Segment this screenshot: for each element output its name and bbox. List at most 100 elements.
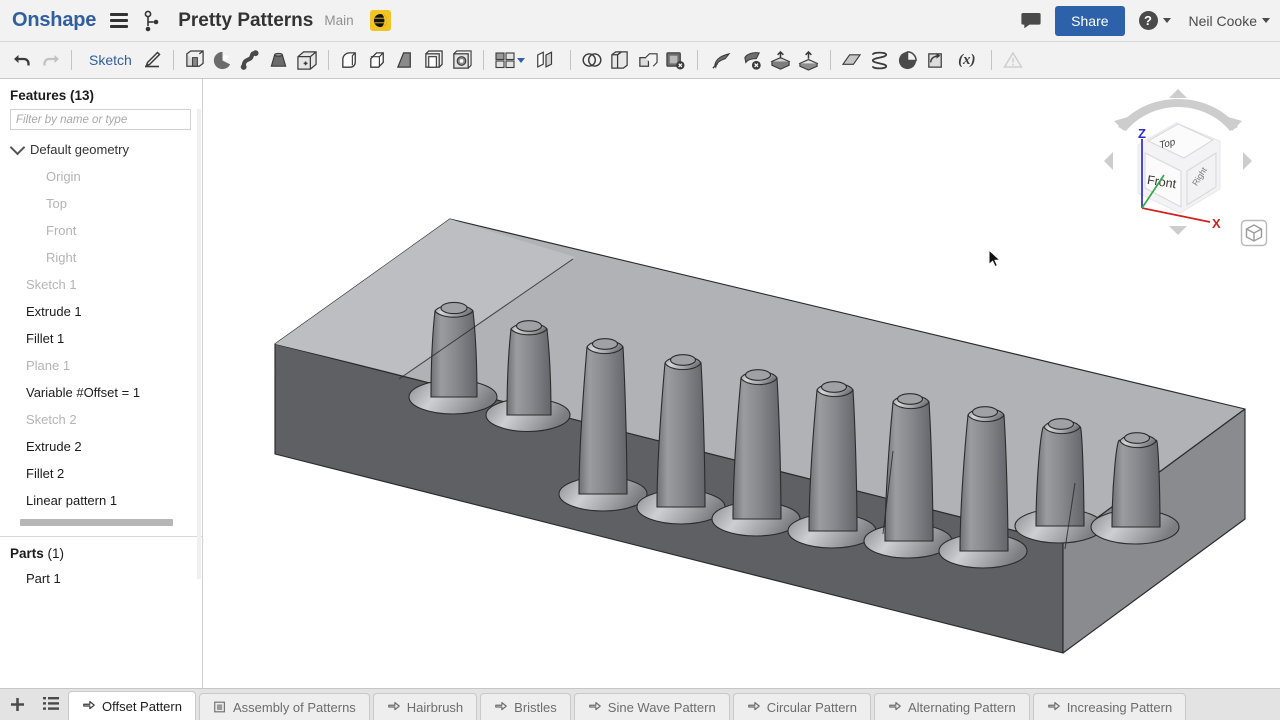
- chevron-down-icon[interactable]: [9, 139, 26, 156]
- draft-icon[interactable]: [392, 46, 420, 74]
- part-list-item[interactable]: Part 1: [0, 565, 202, 592]
- assembly-icon: [214, 701, 225, 713]
- tab-offset-pattern[interactable]: Offset Pattern: [68, 691, 196, 720]
- tab-increasing-pattern[interactable]: Increasing Pattern: [1032, 693, 1187, 720]
- chamfer-icon[interactable]: [364, 46, 392, 74]
- globe-icon: [369, 10, 391, 31]
- tab-label: Assembly of Patterns: [232, 699, 356, 715]
- default-geometry-label: Default geometry: [30, 142, 129, 157]
- view-home-cube-icon[interactable]: [1240, 219, 1268, 247]
- document-title[interactable]: Pretty Patterns: [178, 10, 313, 32]
- graphics-viewport[interactable]: Top Front Right Z X: [203, 79, 1280, 688]
- feature-tree-horizontal-scrollbar[interactable]: [20, 519, 192, 526]
- features-count: (13): [70, 88, 95, 103]
- sidebar-vertical-scrollbar[interactable]: [197, 109, 201, 579]
- thicken-icon[interactable]: [293, 46, 321, 74]
- tab-list-button[interactable]: [34, 688, 68, 720]
- tree-item-sketch-1[interactable]: Sketch 1: [0, 271, 202, 298]
- revolve-icon[interactable]: [209, 46, 237, 74]
- tab-bristles[interactable]: Bristles: [480, 693, 571, 720]
- tree-item-front[interactable]: Front: [0, 217, 202, 244]
- tab-assembly-of-patterns[interactable]: Assembly of Patterns: [198, 693, 370, 720]
- comment-icon[interactable]: [1015, 6, 1047, 36]
- tree-item-top[interactable]: Top: [0, 190, 202, 217]
- add-tab-button[interactable]: [0, 688, 34, 720]
- part-studio-icon: [83, 701, 95, 710]
- main-menu-icon[interactable]: [110, 10, 129, 31]
- tab-hairbrush[interactable]: Hairbrush: [372, 693, 478, 720]
- tree-item-fillet-2[interactable]: Fillet 2: [0, 460, 202, 487]
- hole-icon[interactable]: [448, 46, 476, 74]
- part-studio-icon: [747, 702, 760, 711]
- tree-item-right[interactable]: Right: [0, 244, 202, 271]
- move-face-icon[interactable]: [705, 46, 739, 74]
- loft-icon[interactable]: [265, 46, 293, 74]
- tab-label: Alternating Pattern: [908, 699, 1016, 715]
- plane-icon[interactable]: [838, 46, 866, 74]
- tree-item-sketch-2[interactable]: Sketch 2: [0, 406, 202, 433]
- tree-item-linear-pattern-1[interactable]: Linear pattern 1: [0, 487, 202, 514]
- tree-item-label: Fillet 1: [26, 331, 65, 346]
- user-menu[interactable]: Neil Cooke: [1189, 13, 1270, 29]
- topbar-right-group: Share ? Neil Cooke: [1015, 5, 1270, 36]
- tab-label: Offset Pattern: [102, 698, 182, 714]
- chevron-down-icon: [1262, 18, 1270, 23]
- tree-item-variable-offset[interactable]: Variable #Offset = 1: [0, 379, 202, 406]
- undo-arrow-icon[interactable]: [8, 46, 36, 74]
- export-icon[interactable]: [795, 46, 823, 74]
- mirror-icon[interactable]: [529, 46, 563, 74]
- viewcube-z-axis-label: Z: [1138, 126, 1146, 141]
- share-button[interactable]: Share: [1055, 5, 1125, 36]
- fillet-icon[interactable]: [336, 46, 364, 74]
- user-name-label: Neil Cooke: [1188, 12, 1257, 29]
- delete-part-icon[interactable]: [662, 46, 690, 74]
- import-icon[interactable]: [767, 46, 795, 74]
- shell-icon[interactable]: [420, 46, 448, 74]
- branch-icon[interactable]: [144, 10, 160, 32]
- sketch-button[interactable]: Sketch: [89, 52, 132, 68]
- tab-alternating-pattern[interactable]: Alternating Pattern: [874, 693, 1030, 720]
- feature-filter-input[interactable]: [10, 109, 191, 130]
- parts-count: (1): [47, 546, 65, 561]
- feature-tree: Default geometry Origin Top Front Right …: [0, 136, 202, 514]
- tree-item-extrude-1[interactable]: Extrude 1: [0, 298, 202, 325]
- tab-sine-wave-pattern[interactable]: Sine Wave Pattern: [573, 693, 730, 720]
- part-studio-icon: [1047, 702, 1060, 711]
- toolbar-divider: [172, 50, 174, 70]
- tree-item-fillet-1[interactable]: Fillet 1: [0, 325, 202, 352]
- redo-arrow-icon[interactable]: [36, 46, 64, 74]
- warning-icon[interactable]: [999, 46, 1027, 74]
- extrude-icon[interactable]: [181, 46, 209, 74]
- toolbar-divider: [327, 50, 329, 70]
- tree-item-extrude-2[interactable]: Extrude 2: [0, 433, 202, 460]
- part-label: Part 1: [26, 571, 61, 586]
- tab-label: Hairbrush: [406, 699, 464, 715]
- helix-icon[interactable]: [866, 46, 894, 74]
- tab-circular-pattern[interactable]: Circular Pattern: [732, 693, 871, 720]
- tree-item-label: Front: [46, 223, 77, 238]
- toolbar-divider: [569, 50, 571, 70]
- tree-item-label: Extrude 1: [26, 304, 82, 319]
- tree-item-plane-1[interactable]: Plane 1: [0, 352, 202, 379]
- scrollbar-thumb[interactable]: [20, 519, 173, 526]
- transform-icon[interactable]: [634, 46, 662, 74]
- delete-face-icon[interactable]: [739, 46, 767, 74]
- tree-item-origin[interactable]: Origin: [0, 163, 202, 190]
- pencil-icon[interactable]: [138, 46, 166, 74]
- workspace-name[interactable]: Main: [324, 13, 353, 28]
- tree-item-label: Right: [46, 250, 77, 265]
- tree-item-default-geometry[interactable]: Default geometry: [0, 136, 202, 163]
- pattern-dropdown-caret[interactable]: [516, 57, 525, 63]
- split-icon[interactable]: [606, 46, 634, 74]
- help-menu[interactable]: ?: [1138, 11, 1171, 30]
- sweep-icon[interactable]: [237, 46, 265, 74]
- derive-icon[interactable]: [922, 46, 950, 74]
- variable-icon[interactable]: (x): [950, 46, 984, 74]
- onshape-logo[interactable]: Onshape: [12, 9, 96, 32]
- view-cube[interactable]: Top Front Right Z X: [1098, 83, 1258, 243]
- boolean-icon[interactable]: [578, 46, 606, 74]
- pattern-icon[interactable]: [491, 46, 519, 74]
- sketch-curve-icon[interactable]: [894, 46, 922, 74]
- toolbar-divider: [482, 50, 484, 70]
- feature-list-panel: Features (13) Default geometry Origin To…: [0, 79, 203, 688]
